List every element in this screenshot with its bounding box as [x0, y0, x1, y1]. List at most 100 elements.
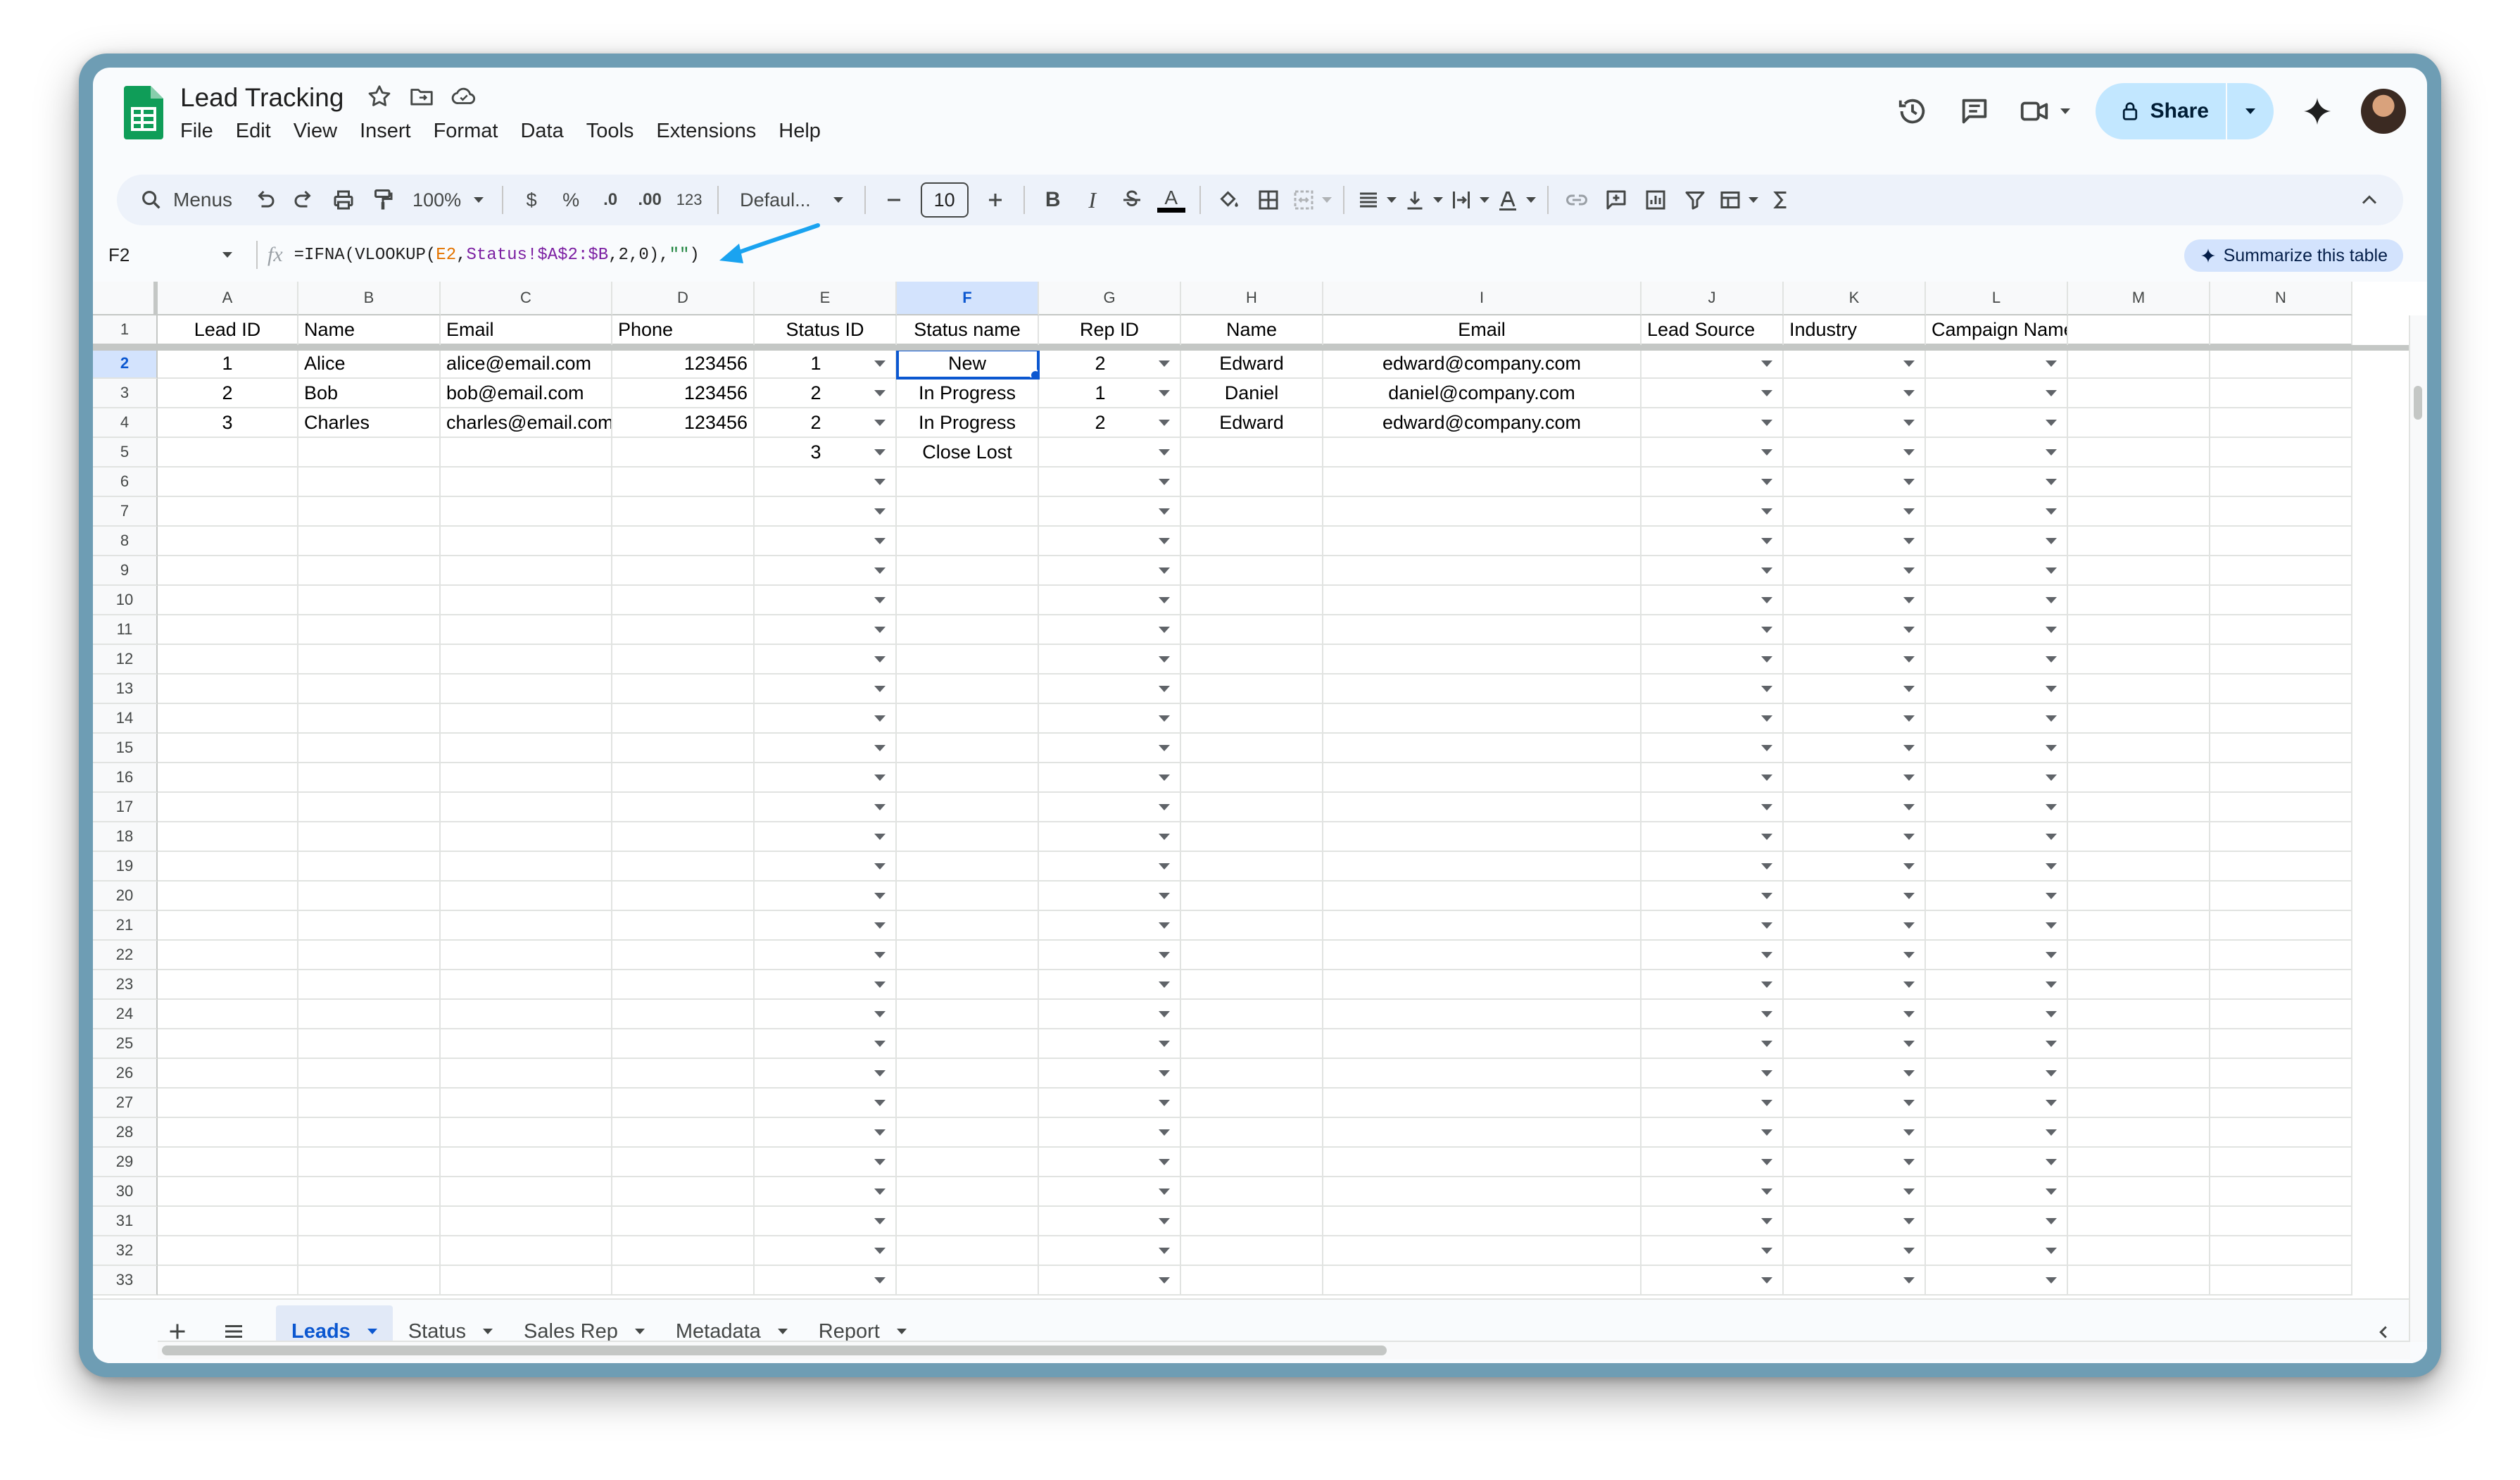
cell[interactable] — [612, 1236, 755, 1266]
dropdown-cell[interactable] — [755, 675, 897, 704]
cell[interactable] — [897, 852, 1039, 882]
gemini-sparkle-icon[interactable] — [2299, 93, 2336, 130]
dropdown-cell[interactable] — [1039, 1000, 1181, 1029]
dropdown-cell[interactable] — [755, 1089, 897, 1118]
chevron-down-icon[interactable] — [483, 1329, 493, 1334]
cell[interactable] — [612, 1177, 755, 1207]
column-header-e[interactable]: E — [755, 282, 897, 315]
dropdown-cell[interactable] — [1784, 941, 1926, 970]
cell[interactable] — [612, 763, 755, 793]
cell[interactable] — [441, 586, 612, 615]
dropdown-cell[interactable] — [1784, 1118, 1926, 1148]
cell[interactable] — [1323, 882, 1642, 911]
menu-extensions[interactable]: Extensions — [645, 120, 767, 143]
dropdown-cell[interactable] — [1784, 379, 1926, 408]
cell[interactable] — [2210, 468, 2352, 497]
column-header-f[interactable]: F — [897, 282, 1039, 315]
cell[interactable] — [298, 556, 441, 586]
cell[interactable] — [298, 1236, 441, 1266]
cell[interactable] — [1181, 527, 1323, 556]
italic-button[interactable]: I — [1073, 180, 1112, 220]
cell[interactable] — [298, 438, 441, 468]
cell[interactable] — [158, 763, 298, 793]
dropdown-cell[interactable] — [1642, 379, 1784, 408]
dropdown-cell[interactable] — [1926, 1000, 2068, 1029]
comments-icon[interactable] — [1956, 93, 1993, 130]
horizontal-align-button[interactable] — [1353, 180, 1399, 220]
cell[interactable] — [2068, 645, 2210, 675]
row-header[interactable]: 25 — [93, 1029, 158, 1059]
dropdown-cell[interactable] — [1784, 970, 1926, 1000]
cell[interactable] — [897, 793, 1039, 822]
decrease-decimal-button[interactable]: .0 — [591, 180, 630, 220]
increase-decimal-button[interactable]: .00 — [630, 180, 669, 220]
cell[interactable] — [1181, 1177, 1323, 1207]
cell[interactable] — [158, 852, 298, 882]
cell[interactable] — [1323, 911, 1642, 941]
cell[interactable] — [441, 675, 612, 704]
cell[interactable] — [158, 1266, 298, 1296]
cell[interactable] — [1181, 793, 1323, 822]
cell[interactable] — [441, 1207, 612, 1236]
cell[interactable] — [2210, 527, 2352, 556]
cell[interactable] — [897, 1118, 1039, 1148]
dropdown-cell[interactable] — [1642, 468, 1784, 497]
cell[interactable] — [897, 1177, 1039, 1207]
dropdown-cell[interactable] — [755, 1059, 897, 1089]
decrease-font-size-button[interactable] — [874, 180, 914, 220]
cell[interactable] — [2210, 852, 2352, 882]
cell[interactable] — [298, 615, 441, 645]
dropdown-cell[interactable] — [1039, 1029, 1181, 1059]
dropdown-cell[interactable] — [755, 852, 897, 882]
dropdown-cell[interactable] — [1039, 822, 1181, 852]
dropdown-cell[interactable] — [1926, 438, 2068, 468]
row-header[interactable]: 12 — [93, 645, 158, 675]
dropdown-cell[interactable] — [1642, 1089, 1784, 1118]
header-cell[interactable]: Email — [1323, 315, 1642, 349]
cell[interactable] — [441, 852, 612, 882]
dropdown-cell[interactable] — [1784, 1207, 1926, 1236]
dropdown-cell[interactable] — [1926, 527, 2068, 556]
dropdown-cell[interactable] — [1926, 793, 2068, 822]
dropdown-cell[interactable] — [1784, 1148, 1926, 1177]
font-size-input[interactable]: 10 — [920, 182, 969, 218]
cell[interactable] — [158, 675, 298, 704]
dropdown-cell[interactable] — [1926, 852, 2068, 882]
cell[interactable] — [158, 1177, 298, 1207]
dropdown-cell[interactable] — [755, 1266, 897, 1296]
column-header-a[interactable]: A — [158, 282, 298, 315]
cell[interactable] — [441, 645, 612, 675]
cell[interactable]: Alice — [298, 349, 441, 379]
cell[interactable] — [2210, 1266, 2352, 1296]
dropdown-cell[interactable] — [1039, 793, 1181, 822]
cell[interactable] — [158, 615, 298, 645]
cell[interactable] — [441, 1177, 612, 1207]
column-header-i[interactable]: I — [1323, 282, 1642, 315]
dropdown-cell[interactable] — [1926, 911, 2068, 941]
merge-cells-button[interactable] — [1288, 180, 1335, 220]
text-color-button[interactable]: A — [1152, 180, 1191, 220]
cell[interactable] — [158, 1118, 298, 1148]
dropdown-cell[interactable] — [755, 645, 897, 675]
cell[interactable] — [2068, 763, 2210, 793]
column-header-b[interactable]: B — [298, 282, 441, 315]
header-cell[interactable]: Lead ID — [158, 315, 298, 349]
cell[interactable] — [612, 1000, 755, 1029]
cell[interactable] — [612, 468, 755, 497]
text-rotation-button[interactable] — [1492, 180, 1539, 220]
dropdown-cell[interactable] — [1039, 1118, 1181, 1148]
cell[interactable] — [2068, 408, 2210, 438]
cell[interactable] — [1323, 793, 1642, 822]
dropdown-cell[interactable] — [755, 1029, 897, 1059]
cell[interactable] — [298, 1177, 441, 1207]
cell[interactable] — [1323, 734, 1642, 763]
cell[interactable] — [1181, 438, 1323, 468]
dropdown-cell[interactable] — [755, 882, 897, 911]
menu-insert[interactable]: Insert — [348, 120, 422, 143]
header-cell[interactable]: Industry — [1784, 315, 1926, 349]
cell[interactable] — [612, 1148, 755, 1177]
dropdown-cell[interactable] — [755, 911, 897, 941]
cell[interactable] — [158, 497, 298, 527]
horizontal-scrollbar[interactable] — [158, 1341, 2410, 1359]
cell[interactable] — [158, 1148, 298, 1177]
